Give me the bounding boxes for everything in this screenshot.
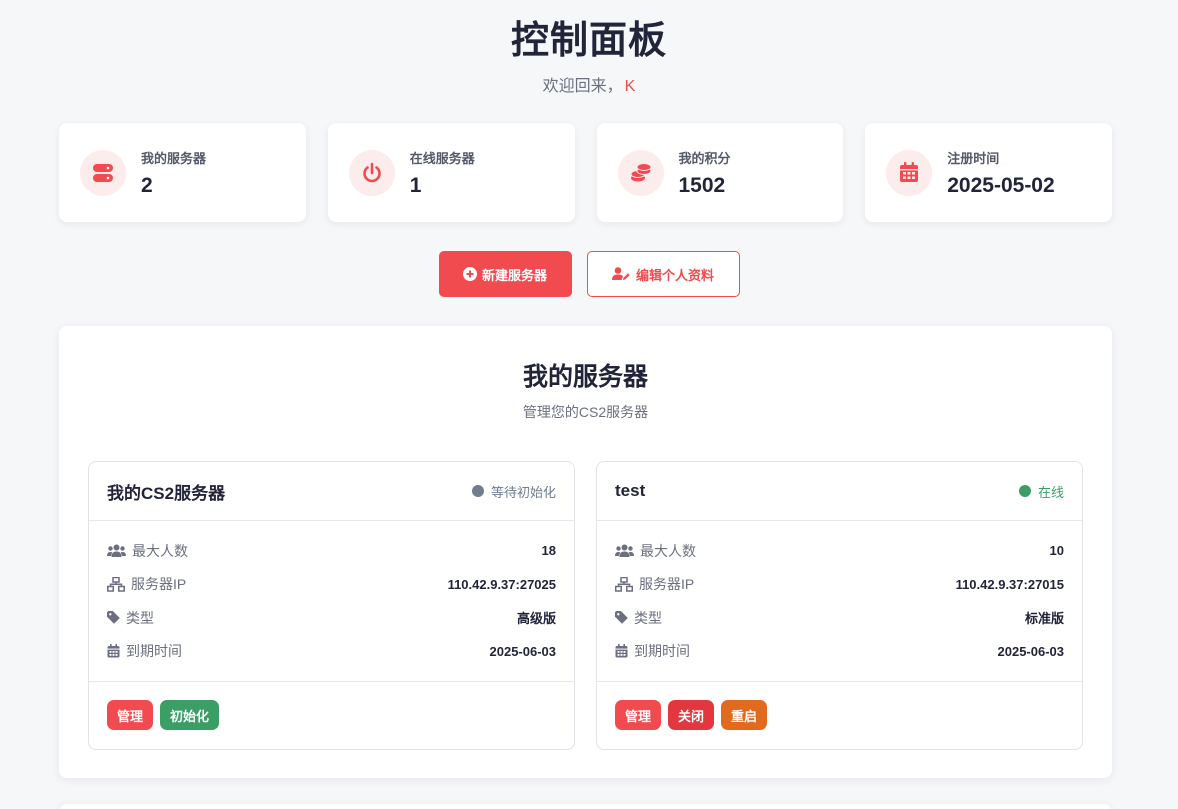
server-card-actions: 管理 关闭 重启	[597, 682, 1082, 748]
users-icon	[107, 544, 126, 558]
server-card-header: 我的CS2服务器 等待初始化	[89, 462, 574, 521]
stat-label: 注册时间	[947, 150, 1000, 166]
initialize-button[interactable]: 初始化	[160, 700, 220, 730]
detail-label: 服务器IP	[131, 576, 187, 593]
server-card: 我的CS2服务器 等待初始化 最大人数 18 服务器IP 110.42.9.37…	[88, 461, 575, 750]
max-players-value: 18	[541, 543, 556, 559]
detail-label: 到期时间	[126, 643, 182, 660]
stat-card-registered: 注册时间 2025-05-02	[865, 123, 1112, 222]
detail-label: 服务器IP	[639, 576, 695, 593]
network-icon	[107, 576, 125, 592]
type-value: 高级版	[516, 611, 556, 627]
detail-row-type: 类型 标准版	[615, 601, 1064, 635]
stats-row: 我的服务器 2 在线服务器 1 我的积分 1502 注册时间 2025-05-0…	[59, 123, 1112, 222]
stat-card-online: 在线服务器 1	[327, 123, 575, 222]
manage-button[interactable]: 管理	[107, 700, 154, 730]
detail-label: 最大人数	[132, 542, 188, 559]
welcome-prefix: 欢迎回来，	[542, 78, 623, 95]
tag-icon	[615, 611, 628, 625]
stop-button[interactable]: 关闭	[668, 700, 715, 730]
stat-card-servers: 我的服务器 2	[59, 123, 306, 222]
status-badge: 在线	[1018, 482, 1064, 501]
server-icon	[80, 149, 126, 196]
server-name: test	[615, 481, 646, 500]
detail-row-ip: 服务器IP 110.42.9.37:27015	[615, 568, 1064, 602]
server-card: test 在线 最大人数 10 服务器IP 110.42.9.37:27015 …	[596, 461, 1083, 750]
servers-panel: 我的服务器 管理您的CS2服务器 我的CS2服务器 等待初始化 最大人数 18 …	[59, 326, 1112, 778]
status-dot-icon	[471, 485, 484, 497]
power-icon	[348, 149, 395, 196]
stat-value: 1502	[678, 173, 726, 197]
server-name: 我的CS2服务器	[107, 483, 226, 503]
server-card-header: test 在线	[597, 462, 1082, 521]
new-server-button[interactable]: 新建服务器	[438, 251, 572, 297]
status-badge: 等待初始化	[471, 482, 556, 501]
type-value: 标准版	[1024, 611, 1064, 627]
detail-row-max-players: 最大人数 18	[107, 534, 556, 568]
edit-profile-label: 编辑个人资料	[635, 267, 714, 283]
panel-subtitle: 管理您的CS2服务器	[522, 404, 649, 420]
network-icon	[615, 576, 633, 592]
stat-value: 2025-05-02	[947, 173, 1055, 197]
user-edit-icon	[611, 267, 630, 280]
expire-value: 2025-06-03	[997, 643, 1065, 659]
ip-value: 110.42.9.37:27015	[955, 576, 1064, 592]
plus-circle-icon	[462, 267, 477, 281]
manage-button[interactable]: 管理	[615, 700, 662, 730]
server-details: 最大人数 10 服务器IP 110.42.9.37:27015 类型 标准版 到…	[597, 521, 1082, 682]
server-details: 最大人数 18 服务器IP 110.42.9.37:27025 类型 高级版 到…	[89, 521, 574, 682]
restart-button[interactable]: 重启	[721, 700, 768, 730]
detail-row-expire: 到期时间 2025-06-03	[615, 635, 1064, 669]
max-players-value: 10	[1049, 543, 1064, 559]
tag-icon	[107, 611, 120, 625]
welcome-text: 欢迎回来， K	[0, 72, 1178, 96]
calendar-icon	[107, 644, 120, 658]
expire-value: 2025-06-03	[489, 643, 557, 659]
username: K	[624, 78, 636, 95]
action-bar: 新建服务器 编辑个人资料	[0, 251, 1178, 297]
server-card-actions: 管理 初始化	[89, 682, 574, 748]
stat-card-points: 我的积分 1502	[596, 123, 844, 222]
calendar-icon	[615, 644, 628, 658]
detail-row-max-players: 最大人数 10	[615, 534, 1064, 568]
detail-label: 到期时间	[634, 643, 690, 660]
calendar-icon	[886, 149, 933, 196]
detail-row-expire: 到期时间 2025-06-03	[107, 635, 556, 669]
coins-icon	[617, 149, 664, 196]
page-title: 控制面板	[510, 20, 667, 62]
stat-value: 2	[141, 173, 153, 197]
stat-value: 1	[409, 173, 422, 197]
edit-profile-button[interactable]: 编辑个人资料	[586, 251, 740, 297]
next-panel-edge	[59, 804, 1112, 809]
detail-row-type: 类型 高级版	[107, 601, 556, 635]
status-text: 等待初始化	[490, 484, 556, 500]
new-server-label: 新建服务器	[481, 267, 547, 283]
detail-label: 最大人数	[640, 542, 696, 559]
page-header: 控制面板 欢迎回来， K	[0, 0, 1178, 96]
stat-label: 我的服务器	[141, 150, 207, 166]
detail-row-ip: 服务器IP 110.42.9.37:27025	[107, 568, 556, 602]
stat-label: 我的积分	[678, 150, 731, 166]
detail-label: 类型	[126, 609, 154, 626]
users-icon	[615, 544, 634, 558]
ip-value: 110.42.9.37:27025	[447, 576, 556, 592]
stat-label: 在线服务器	[409, 150, 475, 166]
status-text: 在线	[1037, 484, 1064, 500]
panel-title: 我的服务器	[522, 363, 648, 391]
status-dot-icon	[1018, 485, 1031, 497]
detail-label: 类型	[634, 609, 662, 626]
